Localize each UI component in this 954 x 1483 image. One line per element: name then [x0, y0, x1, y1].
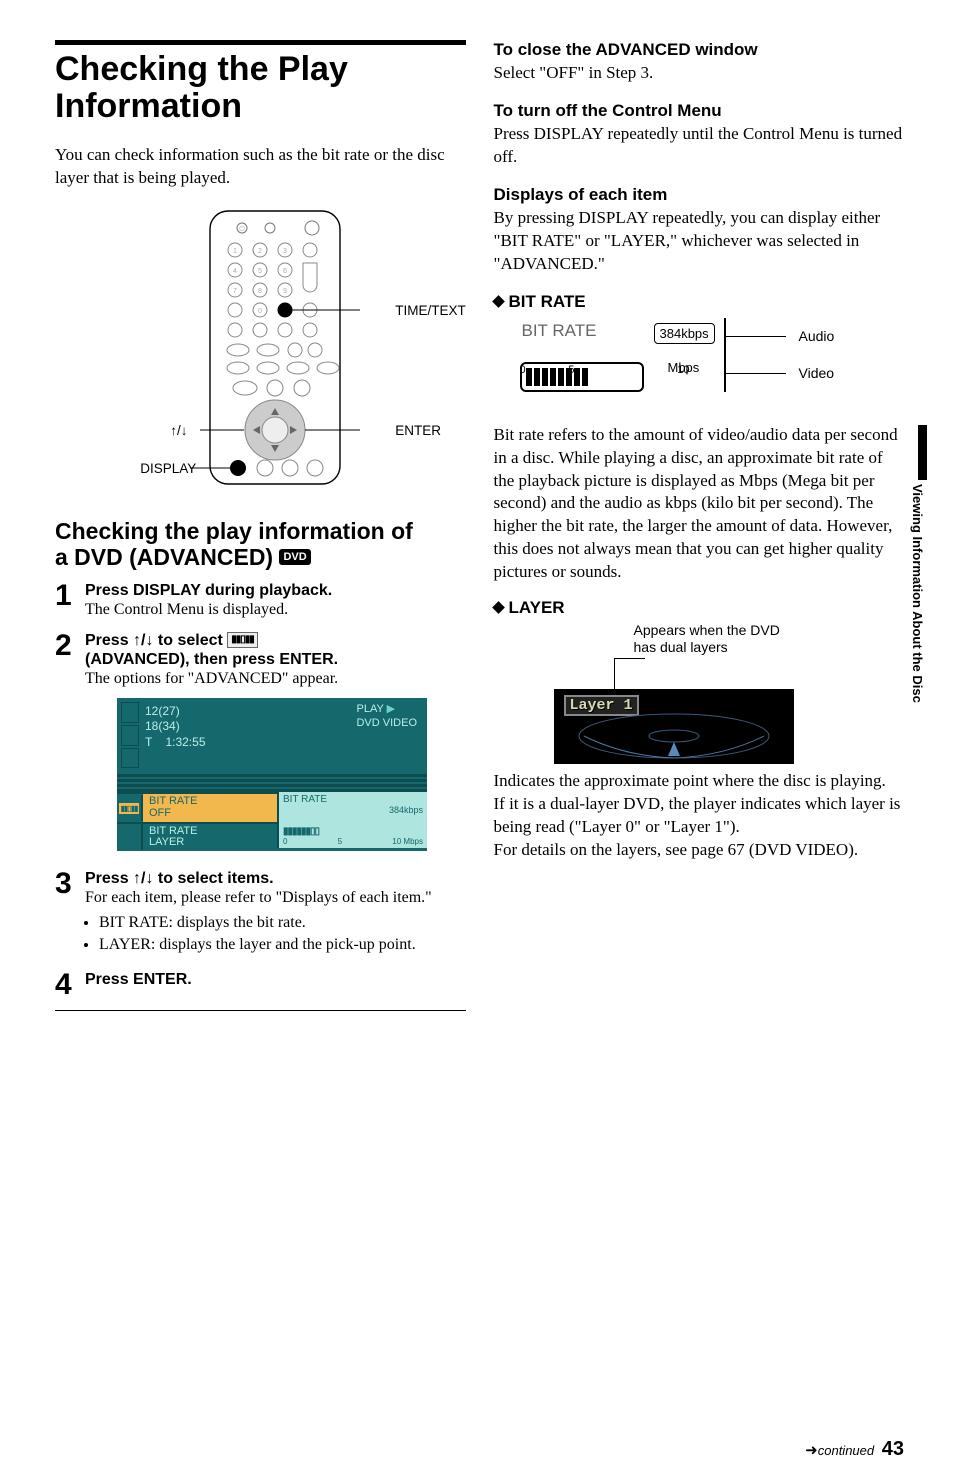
subsection-heading: Checking the play information of a DVD (… — [55, 518, 466, 571]
br-mbps-label: Mbps — [668, 360, 700, 375]
bitrate-figure: BIT RATE 384kbps 0 5 10 Mbps Audio Video — [514, 318, 874, 418]
step-text: The Control Menu is displayed. — [85, 600, 466, 621]
scale-10: 10 — [392, 837, 401, 846]
heading-bitrate: BIT RATE — [494, 292, 905, 312]
thin-divider — [55, 1010, 466, 1011]
step-head: Press ↑/↓ to select ▮▮▯▮▮ (ADVANCED), th… — [85, 631, 466, 669]
heading-layer: LAYER — [494, 598, 905, 618]
bullet-bitrate: BIT RATE: displays the bit rate. — [99, 913, 466, 934]
svg-text:2: 2 — [258, 248, 262, 255]
menu-item-layer: LAYER — [149, 836, 184, 848]
page-footer: ➜continued 43 — [805, 1438, 904, 1461]
menu-item-off: OFF — [149, 807, 171, 819]
layer-figure: Appears when the DVD has dual layers Lay… — [554, 622, 814, 764]
svg-text:0: 0 — [258, 308, 262, 315]
br-scale-5: 5 — [568, 364, 574, 376]
bitrate-paragraph: Bit rate refers to the amount of video/a… — [494, 424, 905, 585]
section-divider — [55, 40, 466, 45]
page-title: Checking the Play Information — [55, 51, 466, 126]
step-head: Press DISPLAY during playback. — [85, 581, 466, 600]
advanced-menu-icon: ▮▮▯▮▮ — [227, 632, 258, 648]
svg-text:4: 4 — [233, 268, 237, 275]
remote-label-enter: ENTER — [395, 423, 441, 438]
menu-item-bitrate2: BIT RATE — [149, 825, 198, 837]
bars-icon: ▮▮▯▮▮ — [117, 795, 143, 821]
intro-paragraph: You can check information such as the bi… — [55, 144, 466, 190]
text-close-advanced: Select "OFF" in Step 3. — [494, 62, 905, 85]
heading-displays: Displays of each item — [494, 185, 905, 205]
remote-icon: ⏻ 1 2 3 4 5 6 7 8 9 0 — [190, 210, 360, 485]
svg-text:6: 6 — [283, 268, 287, 275]
step-number: 3 — [55, 869, 85, 899]
lead-audio: Audio — [799, 328, 835, 344]
remote-label-display: DISPLAY — [140, 461, 196, 476]
continued-label: continued — [818, 1443, 874, 1458]
menu-play-label: PLAY — [356, 703, 383, 715]
disc-icon — [574, 711, 774, 761]
continued-arrow-icon: ➜ — [805, 1442, 818, 1459]
page-number: 43 — [882, 1438, 904, 1460]
remote-figure: ⏻ 1 2 3 4 5 6 7 8 9 0 — [55, 210, 466, 490]
side-tab: Viewing Information About the Disc — [910, 425, 934, 745]
menu-item-bitrate: BIT RATE — [149, 795, 198, 807]
scale-5: 5 — [338, 837, 342, 846]
step-head-b: (ADVANCED), then press ENTER. — [85, 651, 338, 668]
layer-note-1: Appears when the DVD — [634, 622, 780, 638]
br-kbps-badge: 384kbps — [654, 323, 715, 344]
step-4: 4 Press ENTER. — [55, 970, 466, 1000]
h2-line2: a DVD (ADVANCED) — [55, 544, 273, 570]
svg-text:5: 5 — [258, 268, 262, 275]
scale-0: 0 — [283, 837, 287, 846]
text-displays: By pressing DISPLAY repeatedly, you can … — [494, 207, 905, 276]
menu-right-kbps: 384kbps — [389, 805, 423, 815]
heading-close-advanced: To close the ADVANCED window — [494, 40, 905, 60]
menu-source: DVD VIDEO — [356, 717, 417, 729]
step-head: Press ↑/↓ to select items. — [85, 869, 466, 888]
menu-time: T 1:32:55 — [145, 735, 419, 751]
step-3: 3 Press ↑/↓ to select items. For each it… — [55, 869, 466, 961]
remote-label-arrows: ↑/↓ — [170, 423, 187, 438]
heading-bitrate-label: BIT RATE — [509, 292, 586, 311]
remote-label-time: TIME/TEXT — [395, 303, 466, 318]
side-tab-label: Viewing Information About the Disc — [910, 484, 925, 703]
layer-paragraph: Indicates the approximate point where th… — [494, 770, 905, 862]
step-number: 2 — [55, 631, 85, 661]
h2-line1: Checking the play information of — [55, 518, 413, 544]
svg-text:9: 9 — [283, 288, 287, 295]
svg-text:1: 1 — [233, 248, 237, 255]
svg-text:⏻: ⏻ — [239, 225, 245, 233]
svg-text:7: 7 — [233, 288, 237, 295]
layer-note-2: has dual layers — [634, 639, 728, 655]
control-menu-figure: 12(27) 18(34) T 1:32:55 PLAY ▶ DVD VIDEO — [117, 698, 427, 851]
dvd-badge-icon: DVD — [279, 549, 310, 566]
bullet-layer: LAYER: displays the layer and the pick-u… — [99, 935, 466, 956]
step-head-a: Press ↑/↓ to select — [85, 632, 227, 649]
scale-unit: Mbps — [403, 837, 423, 846]
step-head: Press ENTER. — [85, 970, 466, 989]
text-turnoff-menu: Press DISPLAY repeatedly until the Contr… — [494, 123, 905, 169]
lead-video: Video — [799, 365, 835, 381]
step-number: 4 — [55, 970, 85, 1000]
menu-right-title: BIT RATE — [283, 794, 423, 805]
svg-text:3: 3 — [283, 248, 287, 255]
step-text: For each item, please refer to "Displays… — [85, 888, 466, 909]
step-1: 1 Press DISPLAY during playback. The Con… — [55, 581, 466, 621]
step-text: The options for "ADVANCED" appear. — [85, 669, 466, 690]
heading-turnoff-menu: To turn off the Control Menu — [494, 101, 905, 121]
heading-layer-label: LAYER — [509, 598, 565, 617]
step-2: 2 Press ↑/↓ to select ▮▮▯▮▮ (ADVANCED), … — [55, 631, 466, 859]
bars-icon: ▮▮▮▮▮▮▯▯ — [283, 826, 319, 837]
br-scale-0: 0 — [520, 364, 526, 376]
svg-text:8: 8 — [258, 288, 262, 295]
step-number: 1 — [55, 581, 85, 611]
